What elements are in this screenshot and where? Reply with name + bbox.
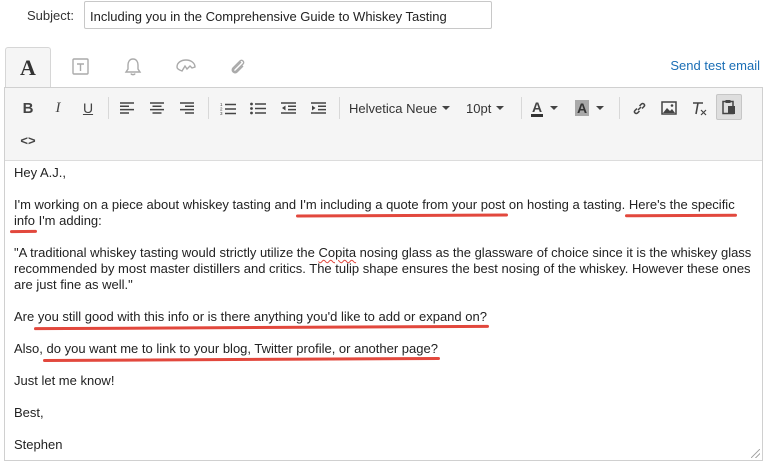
text-segment: Also, — [14, 341, 47, 356]
align-center-button[interactable] — [147, 96, 167, 120]
clear-formatting-icon — [693, 101, 707, 115]
editor-tabs: A — [0, 47, 765, 88]
text-segment: I'm adding: — [34, 213, 102, 228]
tab-template[interactable] — [58, 47, 104, 87]
toolbar-divider — [521, 97, 522, 119]
text-segment: Are — [14, 309, 38, 324]
align-right-button[interactable] — [177, 96, 197, 120]
link-icon — [633, 102, 645, 114]
misspelled-word: Copita — [318, 245, 357, 260]
image-icon — [661, 101, 677, 115]
tab-text-format[interactable]: A — [5, 47, 51, 88]
paragraph-question-1: Are you still good with this info or is … — [14, 309, 754, 325]
greeting-line: Hey A.J., — [14, 165, 67, 180]
tab-notifications[interactable] — [110, 47, 156, 87]
indent-icon — [310, 102, 326, 114]
tab-attachments[interactable] — [215, 47, 261, 87]
underline-button[interactable]: U — [78, 96, 98, 120]
formatting-toolbar: B I U 123 Helvetica Neue 10pt A A <> — [5, 88, 762, 161]
bullet-list-icon — [250, 102, 266, 114]
text-segment: "A traditional whiskey tasting would str… — [14, 245, 319, 260]
tab-personalize[interactable] — [163, 47, 209, 87]
numbered-list-button[interactable]: 123 — [218, 96, 238, 120]
font-family-dropdown[interactable]: Helvetica Neue — [349, 96, 453, 120]
template-icon — [72, 58, 89, 75]
subject-row: Subject: Including you in the Comprehens… — [0, 0, 765, 40]
paperclip-icon — [231, 59, 245, 74]
clipboard-icon — [722, 100, 735, 115]
highlighted-phrase: you still good with this info or is ther… — [37, 309, 487, 324]
toolbar-divider — [339, 97, 340, 119]
numbered-list-icon: 123 — [220, 102, 236, 115]
highlight-color-button[interactable]: A — [575, 96, 611, 120]
outdent-button[interactable] — [278, 96, 298, 120]
highlighted-phrase: Here's the specific — [628, 197, 735, 212]
text-color-button[interactable]: A — [531, 96, 565, 120]
paste-button[interactable] — [716, 94, 742, 120]
text-segment: I'm working on a piece about whiskey tas… — [14, 197, 300, 212]
align-left-icon — [120, 102, 134, 114]
insert-image-button[interactable] — [658, 96, 680, 120]
toolbar-divider — [108, 97, 109, 119]
align-left-button[interactable] — [117, 96, 137, 120]
font-size-value: 10pt — [466, 100, 492, 116]
chevron-down-icon — [596, 106, 605, 110]
toolbar-divider — [619, 97, 620, 119]
send-test-email-link[interactable]: Send test email — [670, 58, 760, 73]
bell-icon — [124, 58, 142, 76]
highlighted-phrase: I'm including a quote from your post — [299, 197, 506, 212]
font-family-value: Helvetica Neue — [349, 100, 438, 116]
toolbar-divider — [208, 97, 209, 119]
highlighted-phrase: info — [14, 213, 35, 228]
resize-handle-icon[interactable] — [751, 449, 760, 458]
text-color-icon: A — [531, 98, 544, 117]
chevron-down-icon — [496, 106, 505, 110]
highlight-color-icon: A — [575, 100, 590, 116]
paragraph-closing: Just let me know! — [14, 373, 115, 388]
indent-button[interactable] — [308, 96, 328, 120]
clear-formatting-button[interactable] — [688, 96, 710, 120]
personalize-icon — [176, 59, 196, 72]
sender-name: Stephen — [14, 437, 63, 452]
highlighted-phrase: do you want me to link to your blog, Twi… — [46, 341, 438, 356]
subject-input[interactable]: Including you in the Comprehensive Guide… — [84, 1, 492, 29]
source-code-button[interactable]: <> — [17, 128, 39, 152]
insert-link-button[interactable] — [628, 96, 650, 120]
font-size-dropdown[interactable]: 10pt — [466, 96, 512, 120]
text-format-icon: A — [20, 55, 36, 80]
text-segment: on hosting a tasting. — [505, 197, 629, 212]
svg-text:3: 3 — [220, 111, 223, 115]
bullet-list-button[interactable] — [248, 96, 268, 120]
chevron-down-icon — [550, 106, 559, 110]
align-center-icon — [150, 102, 164, 114]
outdent-icon — [280, 102, 296, 114]
subject-label: Subject: — [27, 8, 74, 23]
paragraph-question-2: Also, do you want me to link to your blo… — [14, 341, 754, 357]
email-editor: B I U 123 Helvetica Neue 10pt A A <> Hey… — [4, 87, 763, 461]
sign-off: Best, — [14, 405, 44, 420]
paragraph-intro: I'm working on a piece about whiskey tas… — [14, 197, 754, 229]
bold-button[interactable]: B — [18, 96, 38, 120]
align-right-icon — [180, 102, 194, 114]
chevron-down-icon — [442, 106, 451, 110]
paragraph-quote: "A traditional whiskey tasting would str… — [14, 245, 754, 293]
italic-button[interactable]: I — [48, 96, 68, 120]
